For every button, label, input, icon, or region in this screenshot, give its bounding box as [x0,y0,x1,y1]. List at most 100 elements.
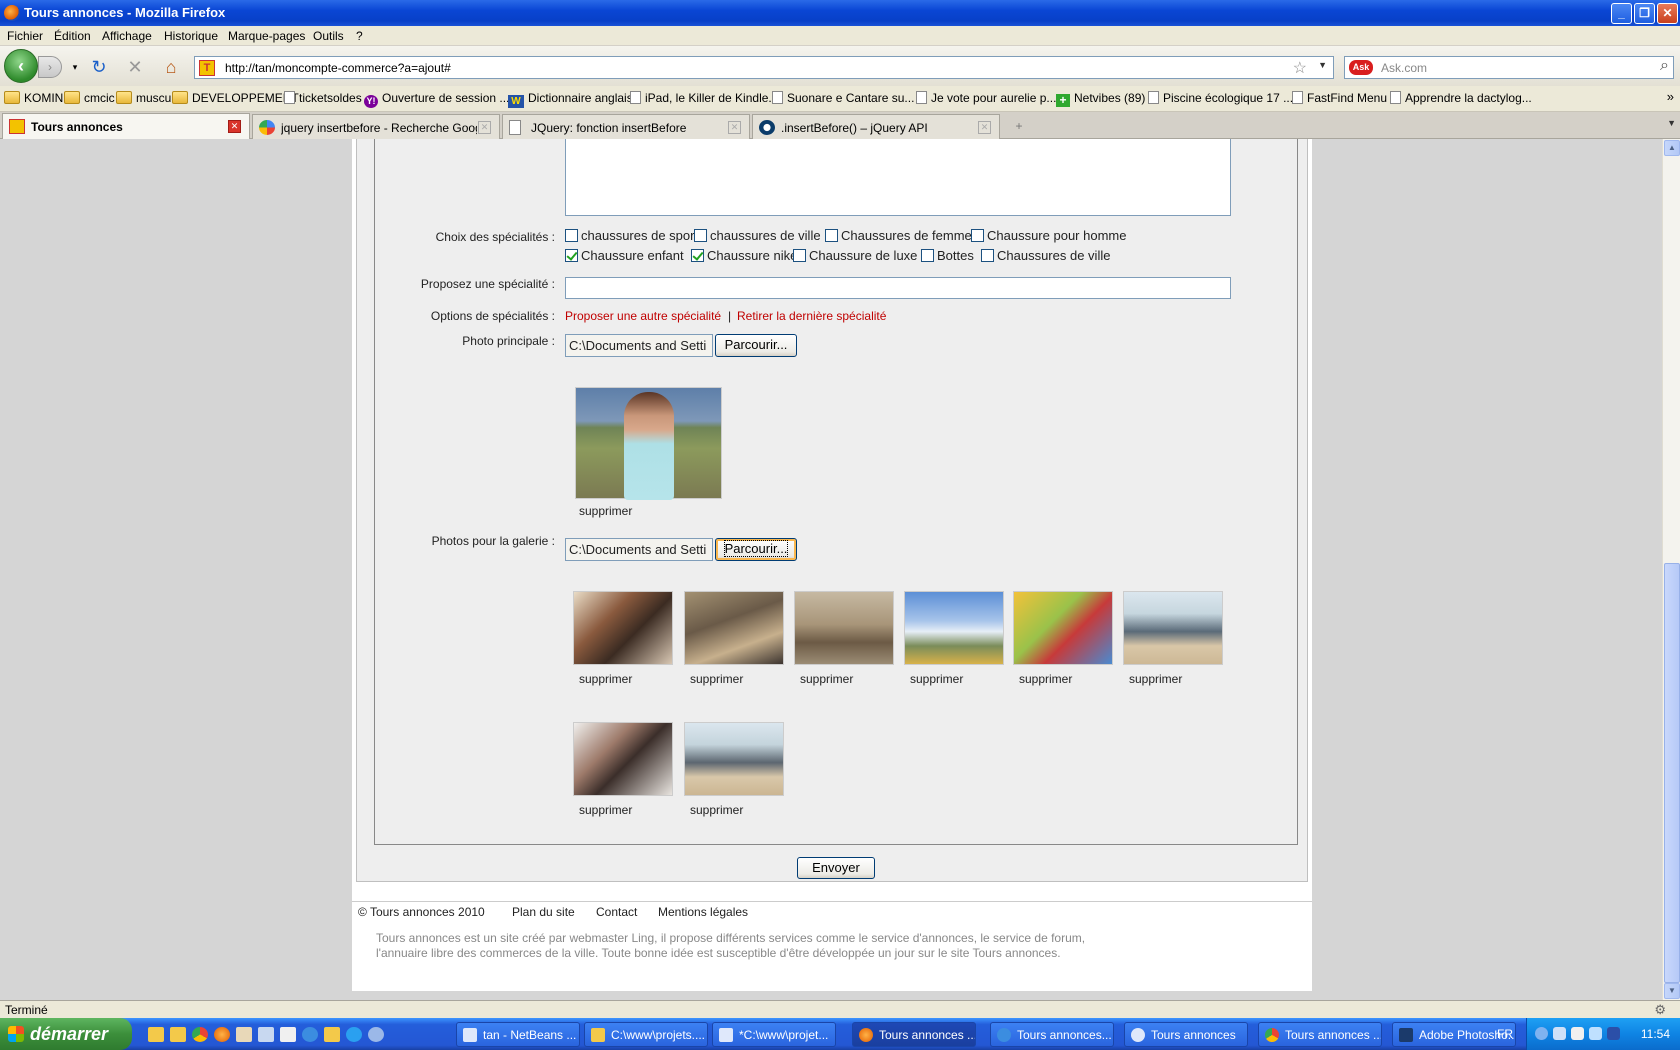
photo-principale-file-input[interactable]: C:\Documents and Setti [565,334,713,357]
quicklaunch-explorer-icon[interactable] [170,1027,186,1042]
checkbox-chaussures-de-ville[interactable]: chaussures de ville [694,228,821,243]
quicklaunch-ie2-icon[interactable] [346,1027,362,1042]
galerie-file-input[interactable]: C:\Documents and Setti [565,538,713,561]
quicklaunch-user-icon[interactable] [236,1027,252,1042]
bookmark-piscine-ecologique[interactable]: Piscine écologique 17 ... [1148,91,1293,107]
search-icon[interactable]: ⌕ [1660,57,1669,75]
bookmark-ouverture-session[interactable]: Y! Ouverture de session ... [364,91,509,108]
back-button[interactable]: ‹ [4,49,38,83]
maximize-button[interactable]: ❐ [1634,3,1655,24]
close-tab-icon[interactable]: ✕ [978,121,991,134]
bookmark-netvibes[interactable]: + Netvibes (89) [1056,91,1145,107]
url-text[interactable]: http://tan/moncompte-commerce?a=ajout# [225,61,451,75]
checkbox-chaussures-de-ville-2[interactable]: Chaussures de ville [981,248,1110,263]
quicklaunch-folder2-icon[interactable] [324,1027,340,1042]
menu-fichier[interactable]: Fichier [7,29,43,43]
menu-historique[interactable]: Historique [164,29,218,43]
close-tab-icon[interactable]: ✕ [478,121,491,134]
checkbox-box[interactable] [825,229,838,242]
gallery-photo-5-delete-link[interactable]: supprimer [1019,672,1072,686]
new-tab-button[interactable]: + [1004,116,1034,138]
bookmark-fastfind-menu[interactable]: FastFind Menu [1292,91,1387,107]
gallery-photo-3-delete-link[interactable]: supprimer [800,672,853,686]
url-dropdown-icon[interactable]: ▼ [1318,60,1327,70]
gallery-photo-4-delete-link[interactable]: supprimer [910,672,963,686]
menu-affichage[interactable]: Affichage [102,29,152,43]
close-tab-icon[interactable]: ✕ [228,120,241,133]
footer-link-plan-du-site[interactable]: Plan du site [512,905,575,919]
quicklaunch-chrome-icon[interactable] [192,1027,208,1042]
taskbar-item-firefox[interactable]: Tours annonces ... [852,1022,976,1047]
taskbar-item-opera[interactable]: Tours annonces [1124,1022,1248,1047]
tray-network-icon[interactable] [1553,1027,1566,1040]
menu-edition[interactable]: Édition [54,29,91,43]
history-dropdown-icon[interactable]: ▾ [64,56,86,78]
home-icon[interactable]: ⌂ [160,56,182,78]
taskbar-item-chrome[interactable]: Tours annonces ... [1258,1022,1382,1047]
gallery-photo-7-delete-link[interactable]: supprimer [579,803,632,817]
language-indicator[interactable]: FR [1497,1027,1513,1041]
minimize-button[interactable]: _ [1611,3,1632,24]
checkbox-chaussure-nike[interactable]: Chaussure nike [691,248,797,263]
window-title-bar[interactable]: Tours annonces - Mozilla Firefox _ ❐ ✕ [0,0,1680,26]
proposer-autre-specialite-link[interactable]: Proposer une autre spécialité [565,309,721,323]
tab-google-search[interactable]: jquery insertbefore - Recherche Google ✕ [252,114,500,139]
close-tab-icon[interactable]: ✕ [728,121,741,134]
tray-security-shield-icon[interactable] [1607,1027,1620,1040]
bookmark-folder-muscu[interactable]: muscu [116,91,171,107]
taskbar-item-editor[interactable]: *C:\www\projet... [712,1022,836,1047]
quicklaunch-tool-icon[interactable] [258,1027,274,1042]
checkbox-chaussures-de-sport[interactable]: chaussures de sport [565,228,698,243]
bookmark-folder-cmcic[interactable]: cmcic [64,91,115,107]
checkbox-chaussures-de-femme[interactable]: Chaussures de femme [825,228,972,243]
scroll-up-arrow-icon[interactable]: ▲ [1664,140,1680,156]
gallery-photo-8-delete-link[interactable]: supprimer [690,803,743,817]
gallery-photo-1-delete-link[interactable]: supprimer [579,672,632,686]
checkbox-chaussure-pour-homme[interactable]: Chaussure pour homme [971,228,1126,243]
checkbox-box[interactable] [981,249,994,262]
search-engine-icon[interactable]: Ask [1349,60,1373,75]
scroll-down-arrow-icon[interactable]: ▼ [1664,983,1680,999]
taskbar-item-explorer[interactable]: C:\www\projets.... [584,1022,708,1047]
menu-help[interactable]: ? [356,29,363,43]
checkbox-box[interactable] [971,229,984,242]
propose-specialite-input[interactable] [565,277,1231,299]
tab-jquery-api[interactable]: .insertBefore() – jQuery API ✕ [752,114,1000,139]
start-button[interactable]: démarrer [0,1018,132,1050]
bookmark-suonare-cantare[interactable]: Suonare e Cantare su... [772,91,914,107]
stop-icon[interactable]: ✕ [124,56,146,78]
quicklaunch-ie-icon[interactable] [302,1027,318,1042]
quicklaunch-paint-icon[interactable] [280,1027,296,1042]
reload-icon[interactable]: ↻ [88,56,110,78]
tab-tours-annonces[interactable]: Tours annonces ✕ [2,113,250,139]
bookmark-ticketsoldes[interactable]: ticketsoldes [284,91,362,107]
url-bar[interactable]: T http://tan/moncompte-commerce?a=ajout#… [194,56,1334,79]
list-tabs-icon[interactable]: ▼ [1667,118,1676,128]
gallery-photo-6-delete-link[interactable]: supprimer [1129,672,1182,686]
bookmark-star-icon[interactable]: ☆ [1293,58,1307,78]
checkbox-box-checked[interactable] [565,249,578,262]
main-photo-delete-link[interactable]: supprimer [579,504,632,518]
bookmark-je-vote[interactable]: Je vote pour aurelie p... [916,91,1056,107]
vertical-scrollbar[interactable]: ▲ ▼ [1662,139,1680,1000]
scrollbar-thumb[interactable] [1664,563,1680,983]
checkbox-box[interactable] [565,229,578,242]
bookmark-apprendre-dactylo[interactable]: Apprendre la dactylog... [1390,91,1532,107]
taskbar-item-netbeans[interactable]: tan - NetBeans ... [456,1022,580,1047]
checkbox-chaussure-enfant[interactable]: Chaussure enfant [565,248,684,263]
tray-volume-icon[interactable] [1589,1027,1602,1040]
search-bar[interactable]: Ask Ask.com ⌕ [1344,56,1674,79]
checkbox-box[interactable] [694,229,707,242]
envoyer-submit-button[interactable]: Envoyer [797,857,875,879]
tray-expand-icon[interactable] [1535,1027,1548,1040]
galerie-browse-button[interactable]: Parcourir... [715,538,797,561]
bookmarks-overflow-icon[interactable]: » [1667,89,1674,104]
quicklaunch-firefox-icon[interactable] [214,1027,230,1042]
checkbox-bottes[interactable]: Bottes [921,248,974,263]
tray-safely-remove-icon[interactable] [1571,1027,1584,1040]
quicklaunch-folder-icon[interactable] [148,1027,164,1042]
bookmark-ipad-kindle[interactable]: iPad, le Killer de Kindle... [630,91,778,107]
forward-button[interactable]: › [38,56,62,78]
photo-principale-browse-button[interactable]: Parcourir... [715,334,797,357]
checkbox-box[interactable] [793,249,806,262]
